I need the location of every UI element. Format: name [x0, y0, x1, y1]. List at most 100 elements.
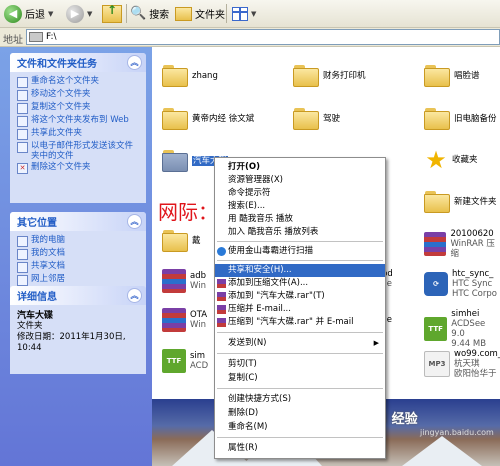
place-shared-documents[interactable]: 共享文档	[17, 261, 141, 273]
toolbar: ◀ 后退 ▼ ▶ ▼ ↑ 🔍 搜索 文件夹 ▼	[0, 0, 500, 28]
address-input[interactable]: F:\	[26, 29, 500, 45]
menu-item-compress-email[interactable]: 压缩并 E-mail...	[215, 303, 385, 316]
menu-item-rename[interactable]: 重命名(M)	[215, 421, 385, 434]
share-icon	[17, 129, 28, 140]
details-modified-time: 10:44	[17, 343, 42, 353]
menu-item-kingsoft-scan[interactable]: 使用金山毒霸进行扫描	[215, 245, 385, 258]
menu-item-label: 添加到 "汽车大碟.rar"(T)	[228, 291, 325, 301]
copy-icon	[17, 103, 28, 114]
other-places-header[interactable]: 其它位置 ︽	[10, 212, 146, 231]
file-item[interactable]: zhang	[162, 65, 218, 87]
font-file-icon: TTF	[162, 349, 186, 373]
up-folder-button[interactable]: ↑	[102, 3, 122, 24]
file-item[interactable]: TTF simhei ACDSee 9.0 9.44 MB	[424, 309, 500, 349]
file-type: Win	[190, 281, 206, 291]
menu-item-explorer[interactable]: 资源管理器(X)	[215, 174, 385, 187]
task-label: 删除这个文件夹	[31, 162, 91, 172]
file-item[interactable]: adb Win	[162, 269, 206, 293]
address-bar: 地址 F:\	[0, 28, 500, 47]
address-label: 地址	[3, 35, 23, 46]
task-rename[interactable]: 重命名这个文件夹	[17, 76, 141, 88]
task-label: 共享此文件夹	[31, 128, 83, 138]
file-item[interactable]: ★ 收藏夹	[424, 148, 478, 172]
globe-icon	[17, 116, 28, 127]
toolbar-separator	[126, 4, 127, 23]
menu-item-create-shortcut[interactable]: 创建快捷方式(S)	[215, 393, 385, 406]
file-name: 驾驶	[323, 114, 341, 124]
file-label: adb Win	[190, 271, 206, 291]
menu-item-command-prompt[interactable]: 命令提示符	[215, 187, 385, 200]
file-item[interactable]: 黄帝内经 徐文斌	[162, 108, 254, 130]
collapse-chevron-icon[interactable]: ︽	[127, 288, 142, 303]
menu-item-delete[interactable]: 删除(D)	[215, 407, 385, 420]
documents-icon	[17, 249, 28, 260]
task-share[interactable]: 共享此文件夹	[17, 128, 141, 140]
file-item[interactable]: TTF sim ACD	[162, 349, 208, 373]
place-my-documents[interactable]: 我的文档	[17, 248, 141, 260]
winrar-icon	[217, 318, 226, 327]
task-publish-web[interactable]: 将这个文件夹发布到 Web	[17, 115, 141, 127]
file-tasks-header[interactable]: 文件和文件夹任务 ︽	[10, 53, 146, 72]
back-dropdown-icon[interactable]: ▼	[48, 10, 53, 18]
move-icon	[17, 90, 28, 101]
file-company: HTC Corpo	[452, 289, 497, 299]
menu-item-kuwo-playlist[interactable]: 加入 酷我音乐 播放列表	[215, 226, 385, 239]
collapse-chevron-icon[interactable]: ︽	[127, 214, 142, 229]
task-move[interactable]: 移动这个文件夹	[17, 89, 141, 101]
menu-item-compress-rar-email[interactable]: 压缩到 "汽车大碟.rar" 并 E-mail	[215, 316, 385, 329]
task-label: 以电子邮件形式发送该文件夹中的文件	[31, 141, 134, 161]
menu-item-kuwo-play[interactable]: 用 酷我音乐 播放	[215, 213, 385, 226]
mountain-shape	[402, 436, 482, 466]
menu-item-copy[interactable]: 复制(C)	[215, 372, 385, 385]
task-delete[interactable]: ✕ 删除这个文件夹	[17, 162, 141, 174]
task-pane: 文件和文件夹任务 ︽ 重命名这个文件夹 移动这个文件夹 复制这个文件夹 将这个文…	[0, 47, 152, 466]
file-item[interactable]: 唱脸谱	[424, 65, 480, 87]
menu-separator	[217, 260, 383, 261]
search-button[interactable]: 🔍 搜索	[130, 3, 169, 24]
menu-separator	[217, 437, 383, 438]
file-item[interactable]: MP3 wo99.com_ 杭天琪 欧阳怡华于	[424, 349, 500, 379]
file-tasks-title: 文件和文件夹任务	[17, 59, 97, 70]
back-arrow-icon: ◀	[4, 4, 22, 23]
place-my-computer[interactable]: 我的电脑	[17, 235, 141, 247]
file-name: wo99.com_	[454, 349, 500, 359]
forward-dropdown-icon[interactable]: ▼	[87, 10, 92, 18]
htc-sync-icon: ⟳	[424, 272, 448, 296]
collapse-chevron-icon[interactable]: ︽	[127, 55, 142, 70]
search-label: 搜索	[149, 10, 170, 21]
menu-item-sharing-security[interactable]: 共享和安全(H)...	[215, 264, 385, 277]
task-email[interactable]: 以电子邮件形式发送该文件夹中的文件	[17, 141, 141, 161]
menu-item-open[interactable]: 打开(O)	[215, 161, 385, 174]
file-name: 收藏夹	[452, 155, 478, 165]
menu-item-label: 压缩到 "汽车大碟.rar" 并 E-mail	[228, 317, 354, 327]
menu-item-search[interactable]: 搜索(E)...	[215, 200, 385, 213]
menu-item-add-to-archive[interactable]: 添加到压缩文件(A)...	[215, 277, 385, 290]
file-item[interactable]: OTA Win	[162, 308, 207, 332]
file-name: 黄帝内经 徐文斌	[192, 114, 255, 124]
file-label: 20100620 WinRAR 压缩	[450, 229, 500, 259]
place-network[interactable]: 网上邻居	[17, 274, 141, 286]
task-label: 移动这个文件夹	[31, 89, 91, 99]
menu-item-send-to[interactable]: 发送到(N) ▶	[215, 337, 385, 350]
file-item[interactable]: 财务打印机	[293, 65, 366, 87]
task-copy[interactable]: 复制这个文件夹	[17, 102, 141, 114]
details-header[interactable]: 详细信息 ︽	[10, 286, 146, 305]
file-name: 新建文件夹	[454, 197, 497, 207]
file-item[interactable]: 20100620 WinRAR 压缩	[424, 229, 500, 259]
file-item[interactable]: 戴	[162, 230, 201, 252]
forward-button[interactable]: ▶ ▼	[66, 3, 92, 24]
menu-item-add-to-rar[interactable]: 添加到 "汽车大碟.rar"(T)	[215, 290, 385, 303]
drive-icon	[29, 32, 43, 42]
file-item[interactable]: ⟳ htc_sync_ HTC Sync HTC Corpo	[424, 269, 497, 299]
task-label: 重命名这个文件夹	[31, 76, 100, 86]
file-item[interactable]: 旧电脑备份	[424, 108, 497, 130]
mp3-file-icon: MP3	[424, 351, 450, 377]
file-item[interactable]: 驾驶	[293, 108, 340, 130]
menu-item-cut[interactable]: 剪切(T)	[215, 358, 385, 371]
file-item[interactable]: 新建文件夹	[424, 191, 497, 213]
folder-icon	[162, 150, 188, 172]
views-button[interactable]: ▼	[232, 3, 256, 24]
folders-button[interactable]: 文件夹	[175, 3, 225, 24]
menu-item-properties[interactable]: 属性(R)	[215, 442, 385, 455]
back-button[interactable]: ◀ 后退 ▼	[4, 3, 53, 24]
